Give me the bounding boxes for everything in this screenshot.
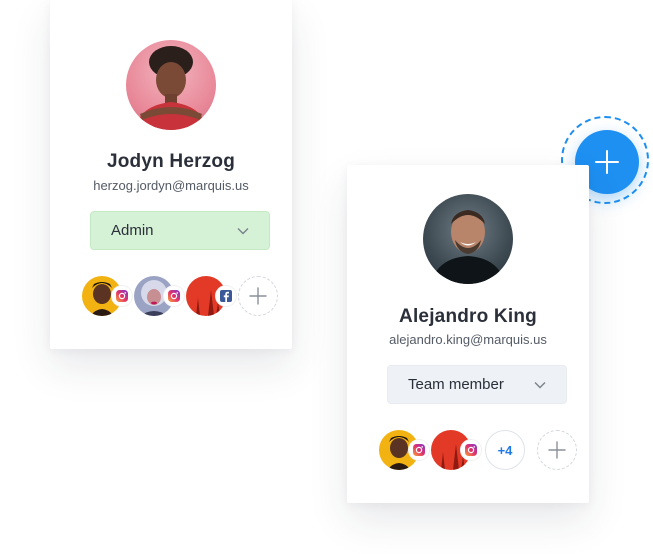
chevron-down-icon xyxy=(237,227,249,234)
avatar xyxy=(126,40,216,130)
instagram-icon xyxy=(409,440,429,460)
add-social-account-button[interactable] xyxy=(537,430,577,470)
social-accounts: +4 xyxy=(379,430,577,470)
role-label: Admin xyxy=(111,222,154,239)
user-name: Alejandro King xyxy=(399,306,537,327)
social-account[interactable] xyxy=(82,276,132,316)
chevron-down-icon xyxy=(534,381,546,388)
instagram-icon xyxy=(461,440,481,460)
user-email: herzog.jordyn@marquis.us xyxy=(93,178,249,193)
social-account[interactable] xyxy=(134,276,184,316)
instagram-icon xyxy=(164,286,184,306)
social-account[interactable] xyxy=(431,430,481,470)
plus-icon xyxy=(548,441,566,459)
avatar xyxy=(423,194,513,284)
add-social-account-button[interactable] xyxy=(238,276,278,316)
user-card: Alejandro King alejandro.king@marquis.us… xyxy=(347,165,589,503)
role-dropdown[interactable]: Admin xyxy=(90,211,270,250)
user-email: alejandro.king@marquis.us xyxy=(389,332,547,347)
role-label: Team member xyxy=(408,376,504,393)
more-accounts-count[interactable]: +4 xyxy=(485,430,525,470)
social-account[interactable] xyxy=(379,430,429,470)
plus-icon xyxy=(595,150,619,174)
social-accounts xyxy=(82,276,278,316)
user-name: Jodyn Herzog xyxy=(106,151,236,172)
social-account[interactable] xyxy=(186,276,236,316)
user-card: Jodyn Herzog herzog.jordyn@marquis.us Ad… xyxy=(50,0,292,349)
facebook-icon xyxy=(216,286,236,306)
instagram-icon xyxy=(112,286,132,306)
plus-icon xyxy=(249,287,267,305)
role-dropdown[interactable]: Team member xyxy=(387,365,567,404)
